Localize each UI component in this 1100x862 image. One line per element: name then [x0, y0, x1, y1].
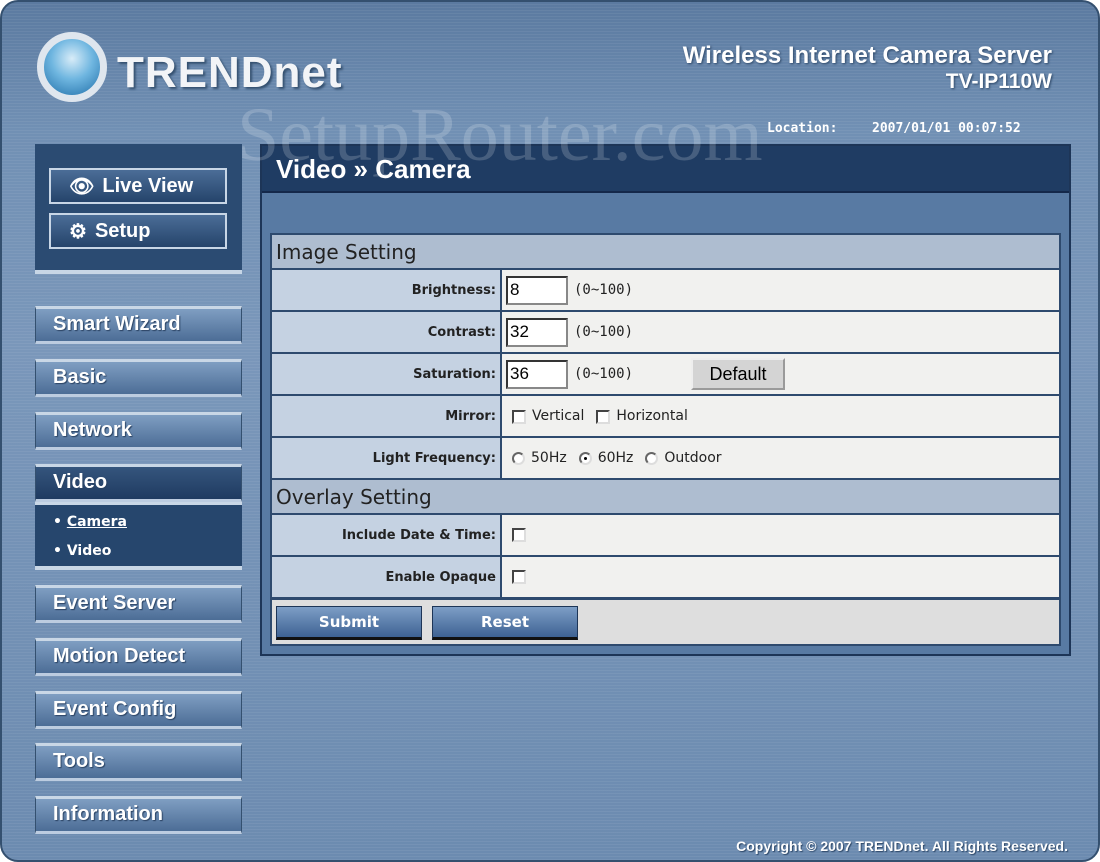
- content-panel: Video » Camera Image Setting Brightness:…: [260, 144, 1071, 656]
- contrast-label: Contrast:: [270, 310, 502, 354]
- menu-information[interactable]: Information: [35, 796, 242, 834]
- mirror-horizontal-label: Horizontal: [616, 408, 688, 424]
- image-setting-header: Image Setting: [270, 233, 1061, 270]
- brand-logo: TRENDnet: [117, 48, 343, 97]
- setup-button[interactable]: ⚙ Setup: [49, 213, 227, 249]
- include-date-time-checkbox[interactable]: [512, 528, 526, 542]
- menu-event-server[interactable]: Event Server: [35, 585, 242, 623]
- quick-nav: 👁 Live View ⚙ Setup: [35, 144, 242, 274]
- menu-smart-wizard[interactable]: Smart Wizard: [35, 306, 242, 344]
- menu-network[interactable]: Network: [35, 412, 242, 450]
- overlay-setting-header: Overlay Setting: [270, 478, 1061, 515]
- include-date-time-label: Include Date & Time:: [270, 513, 502, 557]
- light-frequency-label: Light Frequency:: [270, 436, 502, 480]
- video-submenu: • Camera • Video: [35, 502, 242, 570]
- mirror-label: Mirror:: [270, 394, 502, 438]
- location-datetime: 2007/01/01 00:07:52: [872, 121, 1021, 136]
- radio-50hz[interactable]: [512, 452, 525, 465]
- brightness-range: (0~100): [574, 281, 634, 298]
- saturation-label: Saturation:: [270, 352, 502, 396]
- watermark: SetupRouter.com: [237, 93, 763, 177]
- contrast-range: (0~100): [574, 323, 634, 340]
- submenu-video[interactable]: • Video: [53, 543, 242, 572]
- option-50hz-label: 50Hz: [531, 450, 567, 466]
- menu-event-config[interactable]: Event Config: [35, 691, 242, 729]
- gear-icon: ⚙: [69, 220, 87, 243]
- product-model: TV-IP110W: [945, 70, 1052, 93]
- page-frame: TRENDnet Wireless Internet Camera Server…: [0, 0, 1100, 862]
- settings-table: Image Setting Brightness: (0~100) Contra…: [270, 233, 1061, 599]
- product-name: Wireless Internet Camera Server: [682, 42, 1052, 69]
- brightness-label: Brightness:: [270, 268, 502, 312]
- contrast-input[interactable]: [506, 317, 568, 347]
- menu-motion-detect[interactable]: Motion Detect: [35, 638, 242, 676]
- saturation-input[interactable]: [506, 359, 568, 389]
- mirror-vertical-label: Vertical: [532, 408, 585, 424]
- menu-video[interactable]: Video: [35, 464, 242, 502]
- default-button[interactable]: Default: [691, 358, 786, 390]
- brightness-input[interactable]: [506, 275, 568, 305]
- copyright: Copyright © 2007 TRENDnet. All Rights Re…: [736, 838, 1068, 854]
- location-label: Location:: [767, 121, 838, 136]
- radio-outdoor[interactable]: [645, 452, 659, 465]
- product-header: Wireless Internet Camera Server TV-IP110…: [683, 42, 1052, 94]
- radio-60hz[interactable]: [578, 452, 592, 465]
- menu-basic[interactable]: Basic: [35, 359, 242, 397]
- submenu-camera[interactable]: • Camera: [53, 514, 242, 543]
- menu-tools[interactable]: Tools: [35, 743, 242, 781]
- live-view-button[interactable]: 👁 Live View: [49, 168, 227, 204]
- reset-button[interactable]: Reset: [432, 606, 578, 640]
- mirror-vertical-checkbox[interactable]: [512, 409, 526, 424]
- mirror-horizontal-checkbox[interactable]: [596, 409, 611, 424]
- option-60hz-label: 60Hz: [597, 450, 634, 466]
- saturation-range: (0~100): [574, 365, 634, 382]
- trendnet-logo-icon: [37, 32, 107, 102]
- button-bar: Submit Reset: [270, 598, 1061, 646]
- eye-icon: 👁: [69, 175, 95, 198]
- enable-opaque-checkbox[interactable]: [512, 570, 526, 584]
- option-outdoor-label: Outdoor: [664, 450, 722, 466]
- submit-button[interactable]: Submit: [276, 606, 422, 640]
- enable-opaque-label: Enable Opaque: [270, 555, 502, 599]
